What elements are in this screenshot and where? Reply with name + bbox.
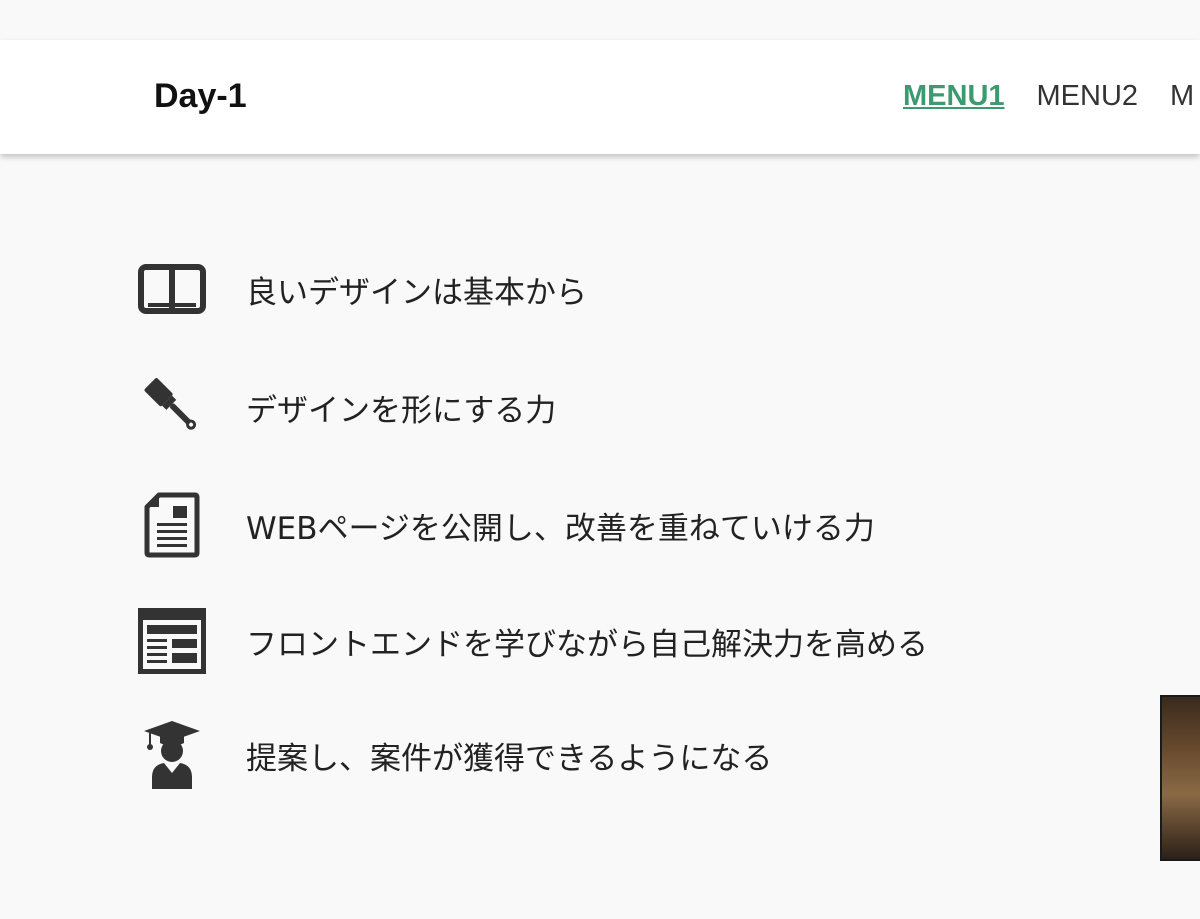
feature-item: 提案し、案件が獲得できるようになる xyxy=(138,721,772,789)
feature-text: 良いデザインは基本から xyxy=(246,274,587,311)
feature-item: フロントエンドを学びながら自己解決力を高める xyxy=(138,607,928,675)
feature-item: 良いデザインは基本から xyxy=(138,255,587,323)
graduate-icon xyxy=(138,721,206,789)
book-icon xyxy=(138,255,206,323)
paintbrush-icon xyxy=(138,373,206,441)
site-header: Day-1 MENU1 MENU2 M xyxy=(0,40,1200,154)
webcam-video-thumbnail xyxy=(1160,695,1200,861)
feature-text: フロントエンドを学びながら自己解決力を高める xyxy=(246,626,928,663)
feature-text: 提案し、案件が獲得できるようになる xyxy=(246,740,773,777)
feature-item: デザインを形にする力 xyxy=(138,373,556,441)
page: Day-1 MENU1 MENU2 M 良いデザインは基本から デザインを形にす… xyxy=(0,0,1200,919)
feature-text: WEBページを公開し、改善を重ねていける力 xyxy=(246,510,875,547)
feature-item: WEBページを公開し、改善を重ねていける力 xyxy=(138,491,875,559)
document-icon xyxy=(138,491,206,559)
feature-text: デザインを形にする力 xyxy=(246,392,557,429)
nav-item-menu1[interactable]: MENU1 xyxy=(903,78,1005,114)
main-nav: MENU1 MENU2 M xyxy=(903,78,1200,114)
nav-item-menu2[interactable]: MENU2 xyxy=(1037,78,1139,114)
nav-item-menu3[interactable]: M xyxy=(1170,78,1194,114)
webpage-layout-icon xyxy=(138,607,206,675)
site-logo[interactable]: Day-1 xyxy=(154,76,247,116)
